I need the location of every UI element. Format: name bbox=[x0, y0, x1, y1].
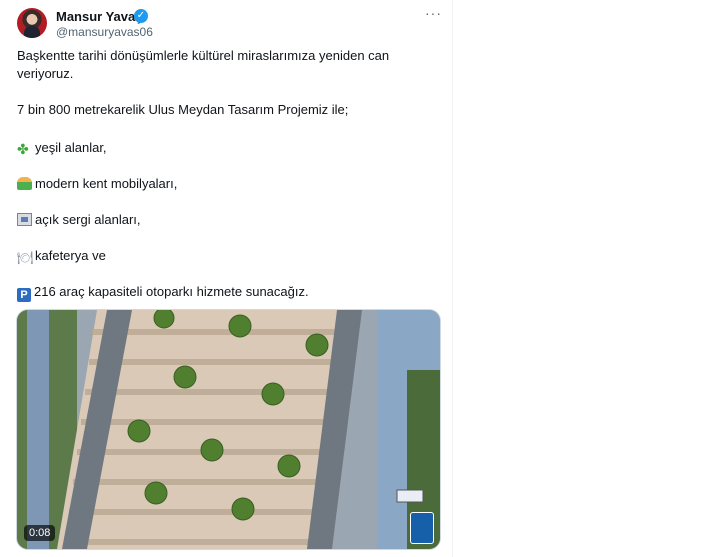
fork-and-knife-icon: 🍽 bbox=[17, 250, 34, 265]
list-item: modern kent mobilyaları, bbox=[17, 175, 427, 193]
list-item-text: yeşil alanlar, bbox=[35, 140, 107, 155]
list-item: 🍽kafeterya ve bbox=[17, 247, 427, 265]
list-item: ✤ yeşil alanlar, bbox=[17, 139, 427, 157]
author-handle[interactable]: @mansuryavas06 bbox=[56, 25, 153, 39]
post-paragraph-1: Başkentte tarihi dönüşümlerle kültürel m… bbox=[17, 48, 390, 81]
list-item: açık sergi alanları, bbox=[17, 211, 427, 229]
framed-picture-icon bbox=[17, 213, 32, 226]
list-item-text: 216 araç kapasiteli otoparkı hizmete sun… bbox=[34, 284, 309, 299]
video-frame bbox=[17, 310, 440, 549]
parking-icon: P bbox=[17, 288, 31, 302]
video-duration: 0:08 bbox=[24, 525, 56, 541]
list-item-text: modern kent mobilyaları, bbox=[35, 176, 178, 191]
ankara-municipality-logo-icon bbox=[410, 512, 434, 544]
tweet-card: Mansur Yavaş ✓ @mansuryavas06 ··· Başken… bbox=[0, 0, 453, 557]
more-options-icon[interactable]: ··· bbox=[425, 5, 442, 21]
park-bench-icon bbox=[17, 177, 32, 190]
video-player[interactable]: 0:08 bbox=[16, 309, 441, 550]
four-leaf-clover-icon: ✤ bbox=[17, 141, 29, 157]
list-item: P 216 araç kapasiteli otoparkı hizmete su… bbox=[17, 283, 427, 302]
list-item-text: kafeterya ve bbox=[35, 248, 106, 263]
list-item-text: açık sergi alanları, bbox=[35, 212, 141, 227]
post-paragraph-2: 7 bin 800 metrekarelik Ulus Meydan Tasar… bbox=[17, 102, 349, 117]
avatar[interactable] bbox=[17, 8, 47, 38]
verified-badge-icon: ✓ bbox=[134, 9, 148, 23]
author-name[interactable]: Mansur Yavaş bbox=[56, 9, 142, 24]
